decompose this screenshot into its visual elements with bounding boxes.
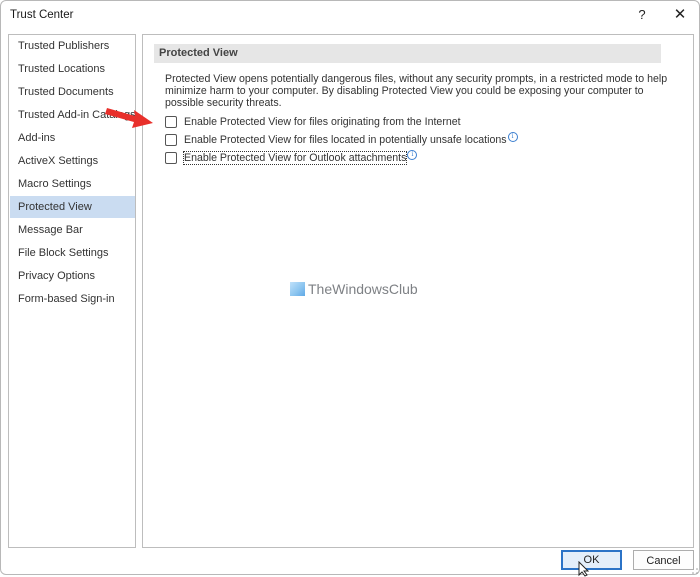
sidebar-item-privacy-options[interactable]: Privacy Options: [10, 265, 135, 287]
sidebar-item-protected-view[interactable]: Protected View: [10, 196, 135, 218]
sidebar-item-trusted-documents[interactable]: Trusted Documents: [10, 81, 135, 103]
cancel-button[interactable]: Cancel: [633, 550, 694, 570]
watermark-text: TheWindowsClub: [308, 281, 418, 297]
checkbox-unsafe-locations[interactable]: [165, 133, 177, 146]
option-label: Enable Protected View for files originat…: [184, 115, 461, 128]
checkbox-internet-files[interactable]: [165, 115, 177, 128]
info-icon[interactable]: i: [507, 131, 518, 142]
watermark: TheWindowsClub: [290, 281, 418, 297]
windows-club-logo-icon: [290, 282, 305, 296]
resize-grip-icon[interactable]: [691, 567, 699, 575]
red-arrow-annotation-icon: [105, 108, 153, 128]
sidebar-item-trusted-publishers[interactable]: Trusted Publishers: [10, 35, 135, 57]
close-button[interactable]: ✕: [668, 5, 692, 25]
checkbox-outlook-attachments[interactable]: [165, 151, 177, 164]
help-button[interactable]: ?: [631, 5, 653, 25]
section-description: Protected View opens potentially dangero…: [165, 73, 668, 109]
sidebar-item-message-bar[interactable]: Message Bar: [10, 219, 135, 241]
sidebar-item-macro-settings[interactable]: Macro Settings: [10, 173, 135, 195]
info-icon[interactable]: i: [407, 149, 418, 160]
sidebar-item-activex-settings[interactable]: ActiveX Settings: [10, 150, 135, 172]
option-outlook-attachments[interactable]: Enable Protected View for Outlook attach…: [165, 149, 418, 165]
option-label: Enable Protected View for Outlook attach…: [182, 150, 408, 165]
sidebar-item-form-based-sign-in[interactable]: Form-based Sign-in: [10, 288, 135, 310]
sidebar-item-file-block-settings[interactable]: File Block Settings: [10, 242, 135, 264]
section-title: Protected View: [154, 44, 661, 63]
option-internet-files[interactable]: Enable Protected View for files originat…: [165, 114, 461, 129]
main-panel: Protected View Protected View opens pote…: [142, 34, 694, 548]
option-label: Enable Protected View for files located …: [184, 133, 507, 146]
dialog-title: Trust Center: [10, 9, 74, 21]
trust-center-dialog: Trust Center ? ✕ Trusted Publishers Trus…: [0, 0, 700, 577]
option-unsafe-locations[interactable]: Enable Protected View for files located …: [165, 131, 518, 147]
sidebar-item-trusted-locations[interactable]: Trusted Locations: [10, 58, 135, 80]
